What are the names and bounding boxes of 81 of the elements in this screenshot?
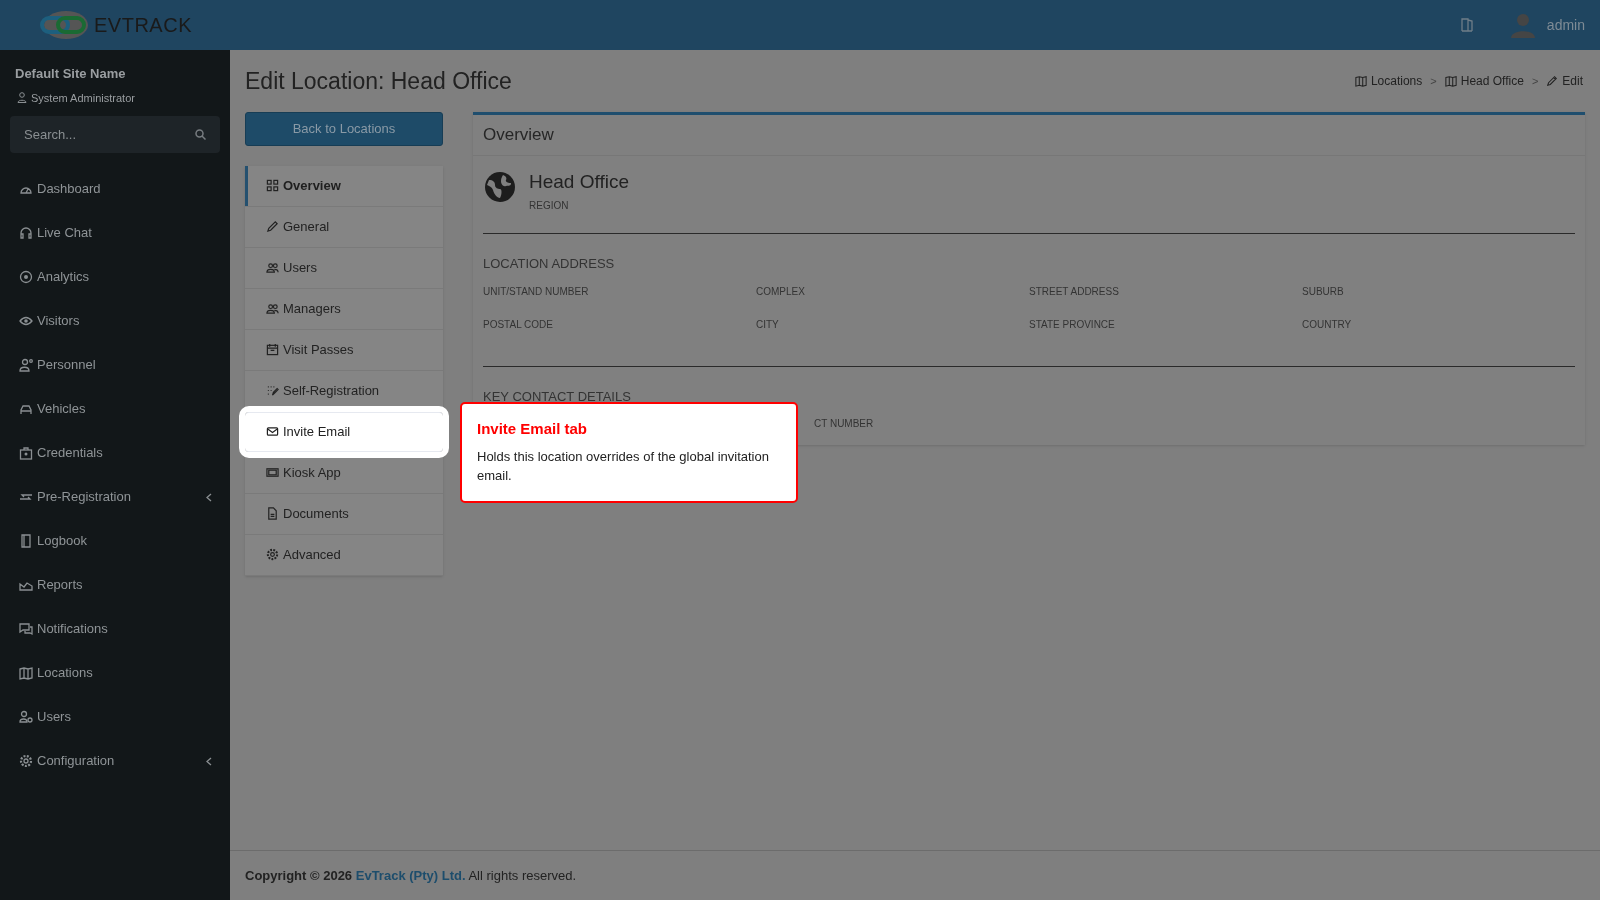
gear-icon <box>19 754 33 768</box>
field-label: CITY <box>756 317 780 332</box>
chevron-left-icon <box>206 756 212 766</box>
sidebar-item[interactable]: Live Chat <box>0 211 230 255</box>
logo-icon <box>38 9 90 41</box>
tablet-icon <box>266 466 279 479</box>
sidebar-item[interactable]: Locations <box>0 651 230 695</box>
headset-icon <box>19 226 33 240</box>
breadcrumb-link[interactable]: Edit <box>1546 72 1583 91</box>
dots-pencil-icon <box>266 384 279 397</box>
tab[interactable]: Kiosk App <box>245 452 443 493</box>
tab[interactable]: Advanced <box>245 534 443 575</box>
card-title: Overview <box>473 114 1585 156</box>
map-icon <box>1354 75 1367 88</box>
logo-text: EVTRACK <box>94 13 192 38</box>
page-title: Edit Location: Head Office <box>245 67 512 96</box>
users-icon <box>266 261 279 274</box>
popup-title: Invite Email tab <box>477 419 589 439</box>
sidebar-item[interactable]: Notifications <box>0 607 230 651</box>
tab[interactable]: Managers <box>245 288 443 329</box>
user-icon <box>17 92 27 104</box>
field-label: STREET ADDRESS <box>1029 284 1120 299</box>
breadcrumb-separator: > <box>1430 74 1437 89</box>
book-icon <box>19 534 33 548</box>
person-icon <box>19 358 33 372</box>
user-gear-icon <box>19 710 33 724</box>
sidebar-item[interactable]: Pre-Registration <box>0 475 230 519</box>
gear-icon <box>266 548 279 561</box>
popup-text: Holds this location overrides of the global invitation email. <box>477 447 770 485</box>
sidebar-item[interactable]: Reports <box>0 563 230 607</box>
location-name: Head Office <box>529 169 629 194</box>
pencil-icon <box>266 220 279 233</box>
site-name: Default Site Name <box>15 65 127 83</box>
sidebar-item[interactable]: Users <box>0 695 230 739</box>
field-label: SUBURB <box>1302 284 1345 299</box>
grid-icon <box>266 179 279 192</box>
badge-icon <box>19 446 33 460</box>
chevron-left-icon <box>206 492 212 502</box>
user-role: System Administrator <box>31 90 135 106</box>
breadcrumb-link[interactable]: Head Office <box>1444 72 1524 91</box>
sidebar-item[interactable]: Visitors <box>0 299 230 343</box>
envelope-icon <box>266 425 279 438</box>
search-icon <box>195 129 206 140</box>
field-label: UNIT/STAND NUMBER <box>483 284 590 299</box>
chat-icon <box>19 622 33 636</box>
breadcrumb-separator: > <box>1531 74 1539 89</box>
globe-icon <box>483 169 517 204</box>
sidebar-item[interactable]: Logbook <box>0 519 230 563</box>
sidebar-item[interactable]: Analytics <box>0 255 230 299</box>
tab[interactable]: Visit Passes <box>245 329 443 370</box>
tab[interactable]: General <box>245 206 443 247</box>
section-heading: KEY CONTACT DETAILS <box>483 387 632 406</box>
search-field[interactable]: Search... <box>10 116 220 153</box>
field-label: COUNTRY <box>1302 317 1353 332</box>
door-icon[interactable] <box>1460 18 1473 32</box>
location-type: REGION <box>529 199 570 213</box>
eye-icon <box>19 314 33 328</box>
back-button[interactable]: Back to Locations <box>245 111 443 146</box>
sidebar-item[interactable]: Configuration <box>0 739 230 783</box>
tab[interactable]: Users <box>245 247 443 288</box>
calendar-icon <box>266 343 279 356</box>
sidebar-item[interactable]: Credentials <box>0 431 230 475</box>
tab[interactable]: Self-Registration <box>245 370 443 411</box>
breadcrumb-link[interactable]: Locations <box>1354 72 1423 91</box>
field-label: POSTAL CODE <box>483 317 554 332</box>
pencil-icon <box>1546 75 1559 88</box>
document-icon <box>266 507 279 520</box>
map-icon <box>19 666 33 680</box>
car-icon <box>19 402 33 416</box>
tab[interactable]: Overview <box>245 165 443 206</box>
copyright-text: Copyright © 2026 EvTrack (Pty) Ltd. All rights reserved. <box>245 866 577 885</box>
field-label: STATE PROVINCE <box>1029 317 1116 332</box>
target-icon <box>19 270 33 284</box>
field-label: COMPLEX <box>756 284 806 299</box>
sidebar-item[interactable]: Personnel <box>0 343 230 387</box>
tab[interactable]: Documents <box>245 493 443 534</box>
sidebar-item[interactable]: Dashboard <box>0 167 230 211</box>
map-icon <box>1444 75 1457 88</box>
section-heading: LOCATION ADDRESS <box>483 255 616 273</box>
field-label: CT NUMBER <box>813 417 875 431</box>
sidebar-item[interactable]: Vehicles <box>0 387 230 431</box>
